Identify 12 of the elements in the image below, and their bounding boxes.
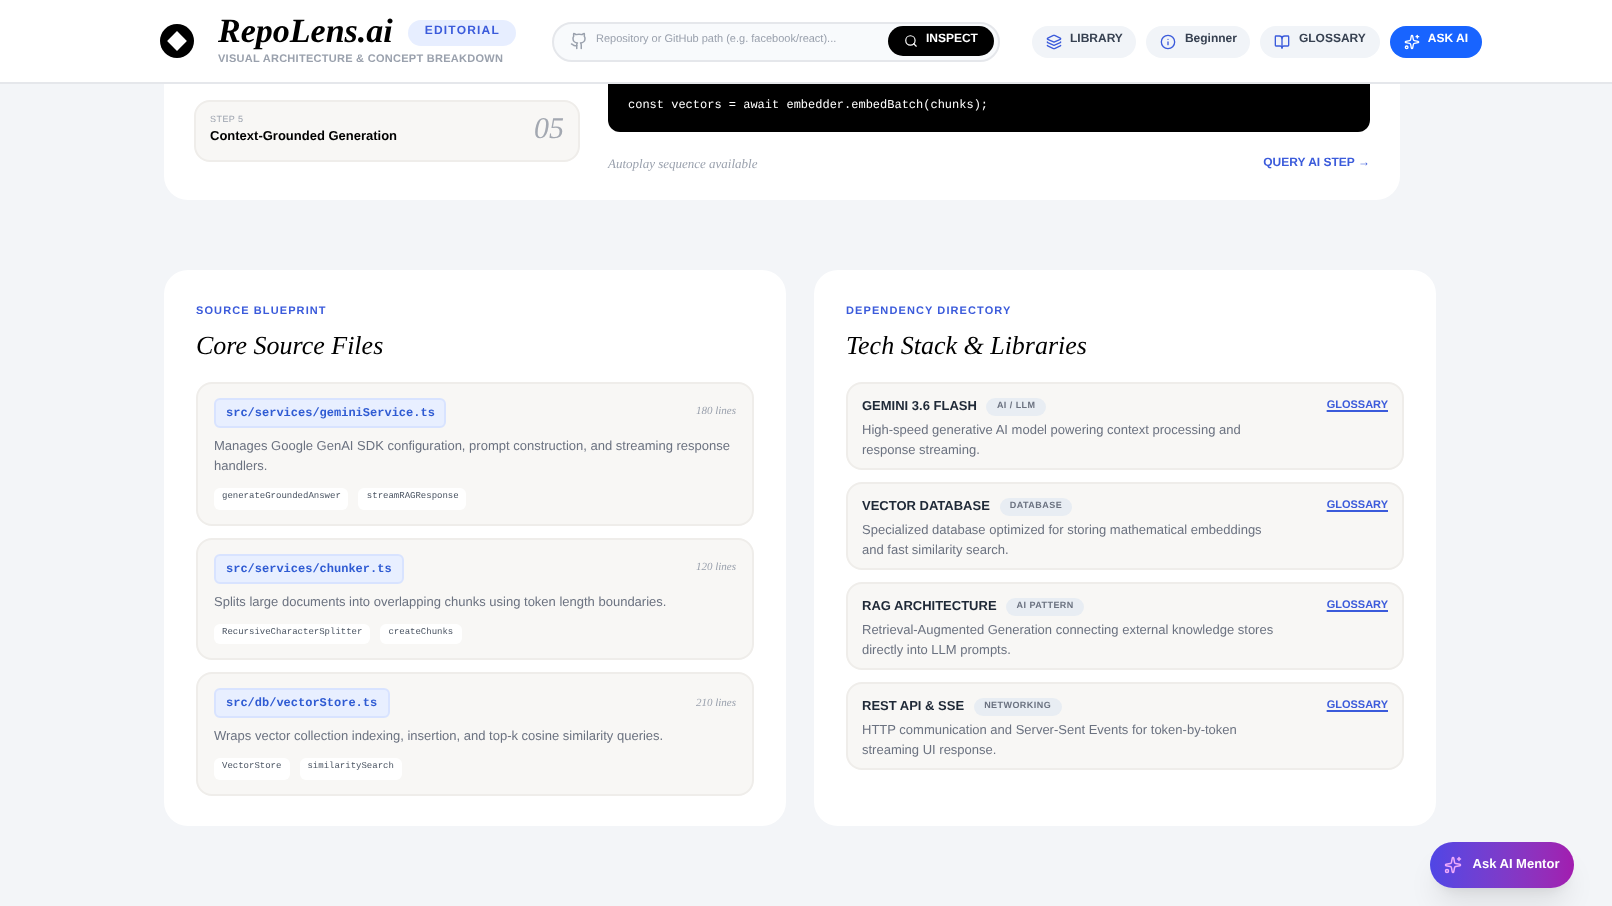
section-title: Tech Stack & Libraries xyxy=(846,328,1089,365)
sparkle-icon xyxy=(1403,33,1420,49)
step-number: 05 xyxy=(534,112,564,151)
section-title: Core Source Files xyxy=(196,328,386,365)
logo-icon xyxy=(160,24,194,58)
layers-icon xyxy=(1045,33,1062,49)
info-icon xyxy=(1160,33,1177,49)
search-icon xyxy=(903,34,918,48)
sparkle-icon xyxy=(1444,856,1463,874)
repository-icon xyxy=(569,32,588,50)
brand-name: RepoLens.ai xyxy=(218,12,393,53)
book-icon xyxy=(1274,33,1291,49)
